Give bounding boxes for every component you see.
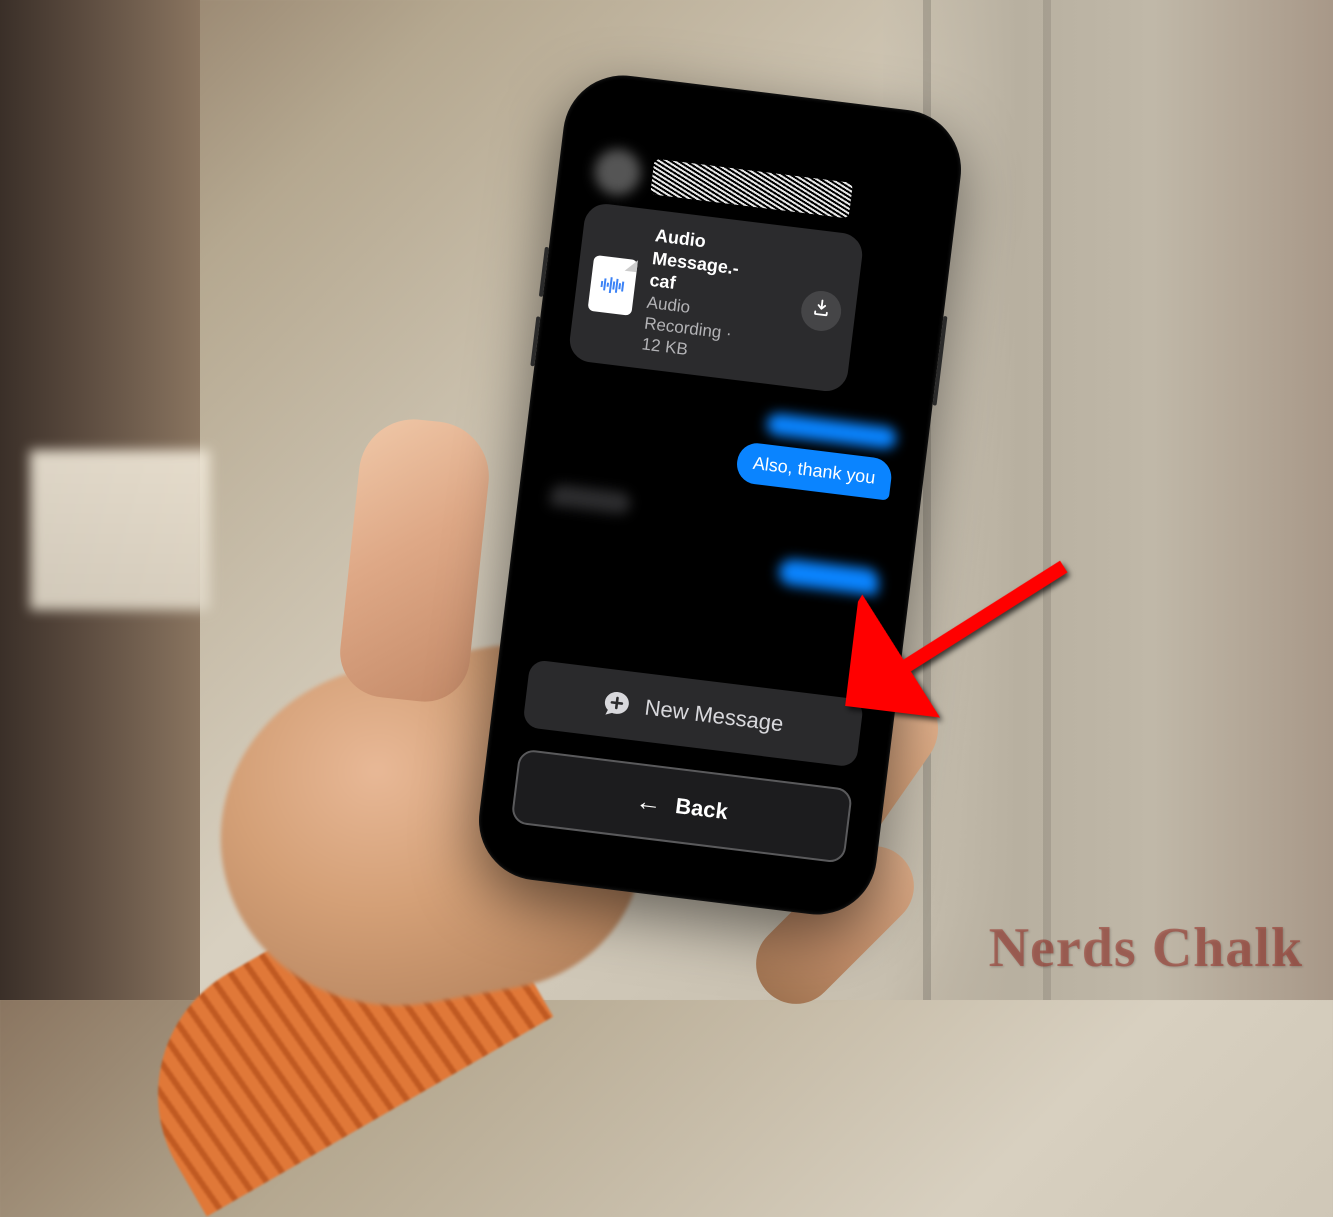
annotation-arrow xyxy=(845,527,1086,737)
message-bubble-thank-you[interactable]: Also, thank you xyxy=(735,441,894,501)
back-arrow-icon: ← xyxy=(634,785,664,819)
download-button[interactable] xyxy=(799,288,844,333)
back-label: Back xyxy=(674,792,729,824)
contact-avatar xyxy=(592,146,643,197)
audio-attachment-bubble[interactable]: Audio Message.- caf Audio Recording · 12… xyxy=(567,202,864,394)
new-message-label: New Message xyxy=(643,695,785,738)
messages-app-content: Audio Message.- caf Audio Recording · 12… xyxy=(488,84,953,906)
audio-file-icon xyxy=(588,255,638,316)
volume-down-button xyxy=(530,316,540,366)
watermark-text: Nerds Chalk xyxy=(989,916,1303,980)
message-bubble-redacted-blue-1[interactable] xyxy=(766,413,898,451)
audio-file-info: Audio Message.- caf Audio Recording · 12… xyxy=(641,224,796,371)
download-icon xyxy=(810,297,833,324)
phone-screen: Audio Message.- caf Audio Recording · 12… xyxy=(488,84,953,906)
volume-up-button xyxy=(539,247,549,297)
new-message-icon xyxy=(601,688,632,719)
back-button[interactable]: ← Back xyxy=(510,748,853,863)
contact-name-redacted xyxy=(650,159,853,219)
